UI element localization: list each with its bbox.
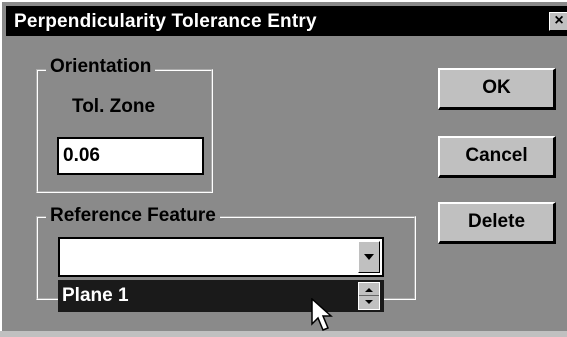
dialog-window: Perpendicularity Tolerance Entry × Orien…	[0, 0, 567, 331]
cancel-button[interactable]: Cancel	[438, 136, 556, 178]
spinner-icon[interactable]	[358, 282, 380, 310]
spinner-down-button[interactable]	[359, 296, 379, 309]
list-item-label: Plane 1	[62, 285, 129, 306]
dropdown-arrow-icon	[364, 254, 374, 260]
close-button[interactable]: ×	[549, 12, 567, 31]
spin-down-arrow-icon	[365, 300, 373, 304]
delete-button[interactable]: Delete	[438, 202, 556, 244]
tol-zone-label: Tol. Zone	[72, 96, 156, 117]
reference-feature-combobox[interactable]	[58, 237, 384, 277]
tol-zone-input[interactable]: 0.06	[57, 137, 204, 175]
reference-feature-group-label: Reference Feature	[46, 205, 220, 227]
title-bar[interactable]: Perpendicularity Tolerance Entry ×	[6, 6, 567, 36]
window-title: Perpendicularity Tolerance Entry	[14, 11, 317, 32]
spinner-up-button[interactable]	[359, 283, 379, 296]
close-icon: ×	[554, 12, 564, 29]
combo-dropdown-button[interactable]	[358, 241, 380, 273]
mouse-pointer-icon	[310, 297, 336, 337]
orientation-group-label: Orientation	[46, 56, 156, 78]
ok-button[interactable]: OK	[438, 68, 556, 110]
spin-up-arrow-icon	[365, 288, 373, 292]
